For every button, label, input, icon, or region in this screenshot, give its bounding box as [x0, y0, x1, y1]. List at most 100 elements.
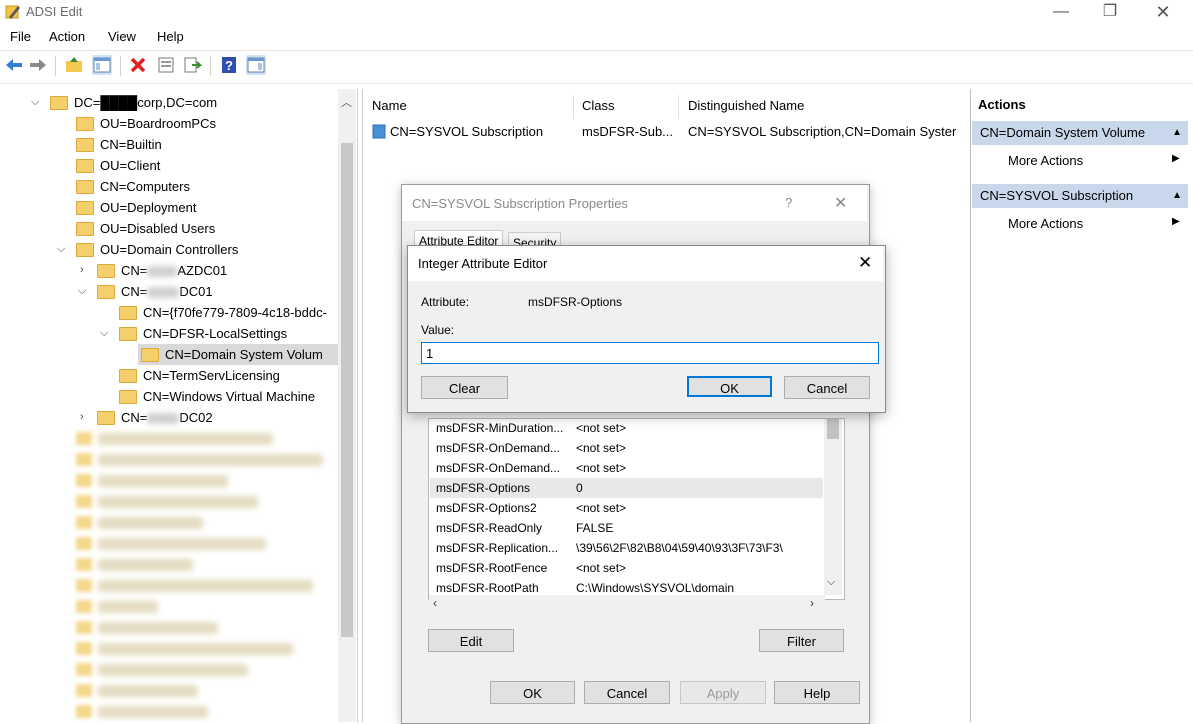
edit-button[interactable]: Edit: [428, 629, 514, 652]
folder-icon: [76, 221, 94, 236]
chevron-right-icon[interactable]: ›: [80, 407, 84, 428]
integer-ok-button[interactable]: OK: [687, 376, 772, 397]
tree-item-label: OU=Domain Controllers: [100, 242, 239, 257]
properties-cancel-button[interactable]: Cancel: [584, 681, 670, 704]
tree-item-root[interactable]: ⌵ DC=████corp,DC=com: [31, 92, 217, 113]
redacted-folder-icon: [76, 495, 92, 508]
menu-view[interactable]: View: [108, 29, 136, 44]
tree-item[interactable]: OU=BoardroomPCs: [76, 113, 216, 134]
attribute-name[interactable]: msDFSR-ReadOnly: [436, 518, 542, 538]
tree-item-label: DC01: [179, 284, 213, 299]
properties-close-button[interactable]: ✕: [834, 193, 847, 213]
show-hide-console-tree-icon[interactable]: [92, 55, 112, 75]
column-separator[interactable]: [678, 95, 679, 119]
chevron-down-icon[interactable]: ⌵: [57, 239, 65, 260]
tree-item[interactable]: CN=Windows Virtual Machine: [119, 386, 315, 407]
more-actions-item[interactable]: More Actions: [1008, 216, 1083, 231]
export-list-icon[interactable]: [182, 55, 202, 75]
tree-item[interactable]: ⌵ CN= DC01: [78, 281, 213, 302]
chevron-down-icon[interactable]: ⌵: [100, 323, 108, 344]
chevron-right-icon[interactable]: ›: [80, 260, 84, 281]
redacted-text: [147, 287, 180, 299]
restore-button[interactable]: ❐: [1087, 0, 1133, 26]
clear-button[interactable]: Clear: [421, 376, 508, 399]
console-tree: ⌵ DC=████corp,DC=com OU=BoardroomPCs CN=…: [0, 89, 358, 722]
attribute-name[interactable]: msDFSR-OnDemand...: [436, 438, 560, 458]
show-hide-action-pane-icon[interactable]: [246, 55, 266, 75]
scroll-right-arrow-icon[interactable]: ›: [810, 596, 814, 610]
submenu-arrow-icon: ▶: [1172, 216, 1180, 227]
actions-section-header[interactable]: CN=Domain System Volume ▲: [972, 121, 1188, 145]
delete-icon[interactable]: [128, 55, 148, 75]
minimize-button[interactable]: —: [1038, 0, 1084, 26]
back-arrow-icon[interactable]: [4, 55, 24, 75]
toolbar-separator: [210, 56, 211, 76]
integer-editor-title: Integer Attribute Editor: [418, 256, 548, 271]
redacted-folder-icon: [76, 579, 92, 592]
attribute-name[interactable]: msDFSR-OnDemand...: [436, 458, 560, 478]
tree-item[interactable]: › CN= AZDC01: [80, 260, 228, 281]
collapse-up-icon[interactable]: ▲: [1172, 184, 1182, 208]
tree-item[interactable]: CN=Computers: [76, 176, 190, 197]
attributes-horizontal-scrollbar[interactable]: [429, 595, 825, 613]
tree-item[interactable]: › CN= DC02: [80, 407, 213, 428]
tree-item-selected[interactable]: CN=Domain System Volum: [138, 344, 338, 365]
scroll-left-arrow-icon[interactable]: ‹: [433, 596, 437, 610]
column-header-name[interactable]: Name: [372, 95, 407, 117]
tree-item[interactable]: CN=Builtin: [76, 134, 162, 155]
redacted-tree-item: [98, 433, 273, 445]
attributes-vscroll-thumb[interactable]: [827, 419, 839, 439]
list-row[interactable]: CN=SYSVOL Subscription msDFSR-Sub... CN=…: [370, 121, 966, 143]
submenu-arrow-icon: ▶: [1172, 153, 1180, 164]
filter-button[interactable]: Filter: [759, 629, 844, 652]
redacted-text: [147, 266, 178, 278]
folder-icon: [119, 368, 137, 383]
tree-item[interactable]: CN=TermServLicensing: [119, 365, 280, 386]
scroll-up-arrow-icon[interactable]: ︿: [341, 94, 352, 110]
forward-arrow-icon[interactable]: [28, 55, 48, 75]
tree-item[interactable]: CN={f70fe779-7809-4c18-bddc-: [119, 302, 327, 323]
attribute-name[interactable]: msDFSR-MinDuration...: [436, 418, 563, 438]
collapse-up-icon[interactable]: ▲: [1172, 121, 1182, 145]
up-folder-icon[interactable]: [64, 55, 84, 75]
tree-item[interactable]: OU=Deployment: [76, 197, 196, 218]
column-header-class[interactable]: Class: [582, 95, 615, 117]
more-actions-item[interactable]: More Actions: [1008, 153, 1083, 168]
column-header-distinguished-name[interactable]: Distinguished Name: [688, 95, 804, 117]
menu-help[interactable]: Help: [157, 29, 184, 44]
tree-item[interactable]: OU=Disabled Users: [76, 218, 215, 239]
chevron-down-icon[interactable]: ⌵: [31, 92, 39, 113]
value-input[interactable]: [421, 342, 879, 364]
redacted-tree-item: [98, 559, 193, 571]
help-icon[interactable]: ?: [219, 55, 239, 75]
scroll-down-arrow-icon[interactable]: ⌵: [827, 576, 835, 589]
menu-action[interactable]: Action: [49, 29, 85, 44]
properties-icon[interactable]: [156, 55, 176, 75]
integer-cancel-button[interactable]: Cancel: [784, 376, 870, 399]
close-button[interactable]: ✕: [1140, 0, 1186, 26]
column-separator[interactable]: [573, 95, 574, 119]
attribute-name[interactable]: msDFSR-Options2: [436, 498, 537, 518]
help-question-button[interactable]: ?: [785, 195, 792, 210]
attribute-name[interactable]: msDFSR-Replication...: [436, 538, 558, 558]
apply-button[interactable]: Apply: [680, 681, 766, 704]
attributes-vertical-scrollbar[interactable]: [824, 419, 842, 595]
attribute-name[interactable]: msDFSR-RootFence: [436, 558, 547, 578]
chevron-down-icon[interactable]: ⌵: [78, 281, 86, 302]
properties-ok-button[interactable]: OK: [490, 681, 575, 704]
attribute-name[interactable]: msDFSR-Options: [436, 478, 530, 498]
integer-editor-close-button[interactable]: ✕: [858, 253, 872, 273]
tree-item-label: AZDC01: [177, 263, 228, 278]
tree-scrollbar-thumb[interactable]: [341, 143, 353, 637]
attribute-value: \39\56\2F\82\B8\04\59\40\93\3F\73\F3\: [576, 541, 783, 555]
folder-icon: [76, 179, 94, 194]
folder-icon: [76, 200, 94, 215]
tree-item[interactable]: OU=Client: [76, 155, 160, 176]
redacted-folder-icon: [76, 663, 92, 676]
menu-file[interactable]: File: [10, 29, 31, 44]
properties-help-button[interactable]: Help: [774, 681, 860, 704]
tree-item-domain-controllers[interactable]: ⌵ OU=Domain Controllers: [57, 239, 239, 260]
attribute-value: <not set>: [576, 441, 627, 455]
tree-item[interactable]: ⌵ CN=DFSR-LocalSettings: [100, 323, 287, 344]
actions-section-header[interactable]: CN=SYSVOL Subscription ▲: [972, 184, 1188, 208]
